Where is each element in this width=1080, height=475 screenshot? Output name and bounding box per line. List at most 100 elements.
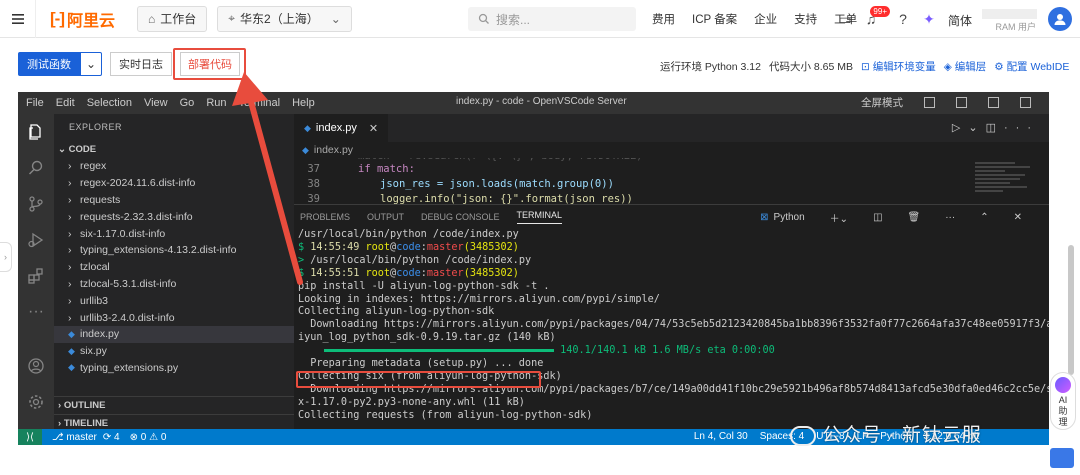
- sync-status[interactable]: ⟳ 4: [103, 432, 120, 443]
- minimap[interactable]: [975, 162, 1035, 202]
- python-file-icon: ◆: [302, 144, 309, 155]
- workbench-label: 工作台: [160, 12, 197, 26]
- terminal-text: Collecting requests (from aliyun-log-pyt…: [298, 409, 593, 421]
- more-icon[interactable]: ···: [18, 294, 54, 330]
- close-panel-icon[interactable]: ✕: [1014, 212, 1022, 223]
- run-file-icon[interactable]: ▷: [952, 122, 968, 134]
- edit-layers-link[interactable]: ◈ 编辑层: [944, 59, 987, 74]
- help-icon[interactable]: ?: [892, 8, 914, 30]
- workspace-section[interactable]: ⌄ CODE: [54, 140, 294, 158]
- tab-output[interactable]: OUTPUT: [367, 212, 404, 222]
- cursor-position[interactable]: Ln 4, Col 30: [694, 431, 748, 442]
- page-scrollbar[interactable]: [1068, 245, 1074, 375]
- chevron-right-icon: ›: [68, 277, 72, 290]
- customize-layout-icon[interactable]: [1020, 97, 1031, 108]
- prompt-arrow: >: [298, 254, 311, 266]
- tab-problems[interactable]: PROBLEMS: [300, 212, 350, 222]
- folder-item[interactable]: › urllib3-2.4.0.dist-info: [54, 309, 294, 326]
- split-editor-icon[interactable]: ◫: [986, 122, 1004, 134]
- outline-section[interactable]: › OUTLINE: [54, 396, 294, 414]
- run-debug-icon[interactable]: [18, 222, 54, 258]
- search-input[interactable]: 搜索...: [468, 7, 636, 31]
- language-switch[interactable]: 简体: [948, 12, 972, 29]
- chevron-down-icon[interactable]: ⌄: [968, 122, 985, 134]
- hamburger-menu-icon[interactable]: [0, 0, 36, 38]
- region-selector[interactable]: ⌖ 华东2（上海） ⌄: [217, 5, 352, 32]
- tab-terminal[interactable]: TERMINAL: [516, 210, 563, 224]
- folder-item[interactable]: › regex: [54, 158, 294, 175]
- expand-sidebar-handle[interactable]: ›: [0, 242, 12, 272]
- menu-selection[interactable]: Selection: [87, 97, 132, 109]
- folder-item[interactable]: › requests: [54, 192, 294, 209]
- breadcrumb[interactable]: ◆ index.py: [294, 142, 1049, 158]
- menu-go[interactable]: Go: [180, 97, 195, 109]
- menu-view[interactable]: View: [144, 97, 168, 109]
- workbench-button[interactable]: ⌂ 工作台: [137, 5, 208, 32]
- sync-icon: ⟳: [102, 431, 115, 443]
- folder-item[interactable]: › regex-2024.11.6.dist-info: [54, 175, 294, 192]
- file-item[interactable]: ◆ typing_extensions.py: [54, 360, 294, 377]
- toggle-secondary-sidebar-icon[interactable]: [988, 97, 999, 108]
- search-icon[interactable]: [18, 150, 54, 186]
- source-control-icon[interactable]: [18, 186, 54, 222]
- feedback-icon[interactable]: [1050, 448, 1074, 468]
- nav-billing[interactable]: 费用: [652, 11, 675, 27]
- nav-support[interactable]: 支持: [794, 11, 817, 27]
- terminal-shell-label[interactable]: Python: [774, 212, 805, 223]
- folder-item[interactable]: › tzlocal-5.3.1.dist-info: [54, 276, 294, 293]
- folder-item[interactable]: › tzlocal: [54, 259, 294, 276]
- new-terminal-icon[interactable]: ＋⌄: [830, 210, 848, 225]
- menu-run[interactable]: Run: [206, 97, 226, 109]
- ai-assistant-button[interactable]: AI助理: [1050, 372, 1076, 430]
- avatar[interactable]: [1048, 7, 1072, 31]
- close-icon[interactable]: ✕: [369, 122, 378, 135]
- chevron-down-icon: ⌄: [330, 11, 341, 26]
- toggle-panel-icon[interactable]: [956, 97, 967, 108]
- nav-enterprise[interactable]: 企业: [754, 11, 777, 27]
- bell-icon[interactable]: ♫ 99+: [860, 6, 890, 30]
- code-line: json_res = json.loads(match.group(0)): [380, 178, 614, 190]
- folder-item[interactable]: › typing_extensions-4.13.2.dist-info: [54, 242, 294, 259]
- edit-env-vars-link[interactable]: ⊡ 编辑环境变量: [861, 59, 936, 74]
- folder-item[interactable]: › requests-2.32.3.dist-info: [54, 208, 294, 225]
- folder-item[interactable]: › six-1.17.0.dist-info: [54, 225, 294, 242]
- config-webide-link[interactable]: ⚙ 配置 WebIDE: [994, 59, 1069, 74]
- deploy-code-button[interactable]: 部署代码: [180, 52, 240, 76]
- menu-terminal[interactable]: Terminal: [239, 97, 281, 109]
- toggle-sidebar-icon[interactable]: [924, 97, 935, 108]
- terminal-progress: 140.1/140.1 kB 1.6 MB/s eta 0:00:00: [298, 345, 1049, 358]
- nav-icp[interactable]: ICP 备案: [692, 11, 737, 27]
- explorer-icon[interactable]: [18, 114, 54, 150]
- realtime-log-button[interactable]: 实时日志: [110, 52, 172, 76]
- aliyun-logo[interactable]: [-] 阿里云: [50, 7, 115, 31]
- manage-gear-icon[interactable]: [18, 384, 54, 420]
- fullscreen-button[interactable]: 全屏模式: [861, 95, 903, 110]
- code-editor[interactable]: match = re.search(r'\{.*\}', body, re.DO…: [294, 158, 1049, 204]
- test-function-button[interactable]: 测试函数: [18, 52, 80, 76]
- tab-index-py[interactable]: ◆ index.py ✕: [294, 114, 389, 142]
- menu-file[interactable]: File: [26, 97, 44, 109]
- terminal-text: x-1.17.0-py2.py3-none-any.whl (11 kB): [298, 396, 525, 408]
- branch-status[interactable]: ⎇ master: [52, 432, 97, 443]
- terminal-icon[interactable]: ▭: [834, 8, 856, 30]
- remote-icon[interactable]: ⟩⟨: [18, 429, 42, 445]
- problems-status[interactable]: ⊗ 0 ⚠ 0: [130, 432, 167, 443]
- file-item[interactable]: ◆ index.py: [54, 325, 294, 343]
- split-terminal-icon[interactable]: ◫: [873, 212, 882, 223]
- user-info[interactable]: RAM 用户: [982, 6, 1044, 32]
- file-item[interactable]: ◆ six.py: [54, 343, 294, 360]
- account-icon[interactable]: [18, 348, 54, 384]
- tab-debug-console[interactable]: DEBUG CONSOLE: [421, 212, 500, 222]
- folder-item[interactable]: › urllib3: [54, 292, 294, 309]
- ai-star-icon[interactable]: ✦: [918, 8, 940, 30]
- more-actions-icon[interactable]: ···: [945, 212, 955, 223]
- more-actions-icon[interactable]: ···: [1004, 122, 1039, 134]
- terminal-output[interactable]: /usr/local/bin/python /code/index.py $ 14…: [294, 229, 1049, 423]
- trash-icon[interactable]: 🗑: [908, 212, 921, 223]
- menu-edit[interactable]: Edit: [56, 97, 75, 109]
- test-options-dropdown[interactable]: ⌄: [80, 52, 102, 76]
- error-count: 0: [140, 431, 147, 443]
- maximize-panel-icon[interactable]: ⌃: [980, 212, 988, 223]
- menu-help[interactable]: Help: [292, 97, 315, 109]
- extensions-icon[interactable]: [18, 258, 54, 294]
